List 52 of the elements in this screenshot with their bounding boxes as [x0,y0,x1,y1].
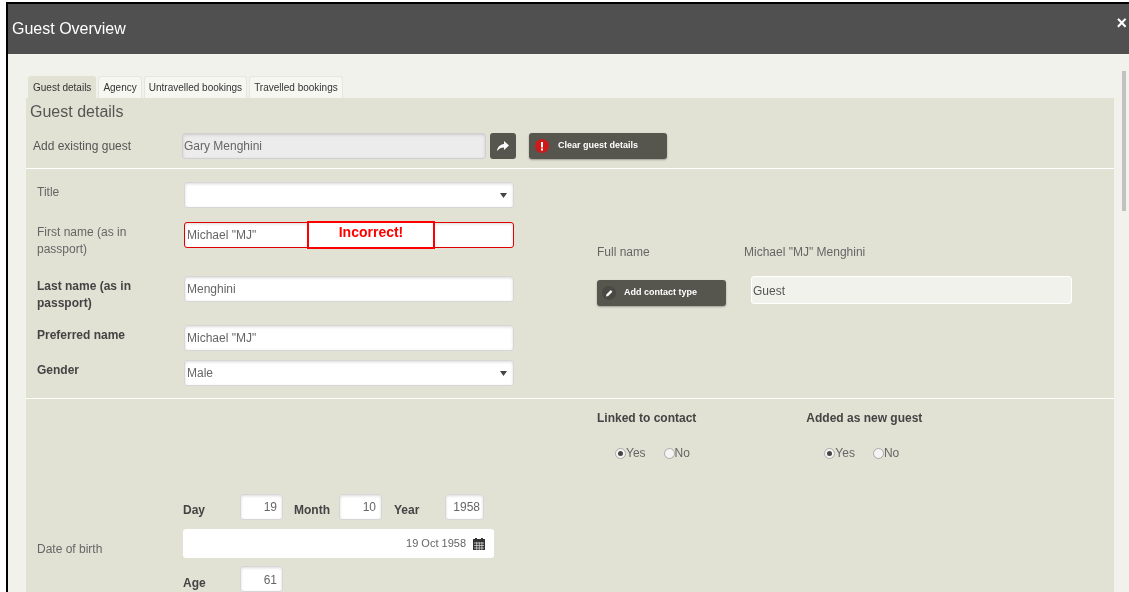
radio-group-label: Added as new guest [806,410,923,427]
radio-icon[interactable] [872,447,884,459]
clear-guest-button[interactable]: Clear guest details [529,133,667,159]
tab[interactable]: Untravelled bookings [143,76,248,98]
section-title: Guest details [30,102,125,122]
age-field[interactable]: 61 [240,566,283,592]
day-label: Day [183,502,206,519]
input-field[interactable]: Michael "MJ" Incorrect! [184,222,514,248]
pencil-icon [602,286,616,300]
radio-icon[interactable] [824,447,836,459]
window-title: Guest Overview [12,19,126,39]
field-label: Gender [37,362,80,379]
age-label: Age [183,575,207,592]
dropdown-caret-icon [500,192,507,198]
contact-type-field[interactable]: Guest [751,276,1072,304]
select-field[interactable] [184,182,514,208]
add-contact-type-button[interactable]: Add contact type [597,280,726,306]
radio-icon[interactable] [615,447,626,459]
field-label: First name (as in passport) [37,224,128,258]
field-label: Last name (as in passport) [37,278,133,312]
input-field[interactable]: Michael "MJ" [184,325,514,351]
select-field[interactable]: Male [184,360,514,386]
radio-option[interactable]: Yes [615,444,646,462]
tab[interactable]: Guest details [28,76,97,98]
input-field[interactable]: Gary Menghini [182,133,486,159]
radio-group-label: Linked to contact [597,410,697,427]
field-label: Add existing guest [32,138,133,155]
day-field[interactable]: 19 [240,494,283,520]
field-label: Preferred name [37,327,127,344]
dropdown-caret-icon [500,370,507,376]
alert-icon [535,139,549,153]
year-field[interactable]: 1958 [445,494,484,520]
radio-icon[interactable] [663,447,675,459]
error-annotation: Incorrect! [307,221,435,249]
full-name-value: Michael "MJ" Menghini [744,244,866,261]
month-label: Month [293,502,331,519]
input-field[interactable]: Menghini [184,276,514,302]
field-label: Title [37,184,61,201]
radio-option[interactable]: No [663,444,690,462]
go-button[interactable] [490,133,516,159]
close-button[interactable]: × [1116,14,1127,32]
full-name-label: Full name [597,244,651,261]
tab[interactable]: Travelled bookings [249,76,343,98]
month-field[interactable]: 10 [339,494,382,520]
forward-arrow-icon [497,141,509,151]
tab[interactable]: Agency [98,76,142,98]
date-field[interactable]: 19 Oct 1958 [183,529,494,558]
radio-option[interactable]: No [872,444,900,462]
radio-option[interactable]: Yes [824,444,855,462]
year-label: Year [393,502,421,519]
calendar-icon [473,537,485,550]
date-of-birth-label: Date of birth [37,540,104,558]
